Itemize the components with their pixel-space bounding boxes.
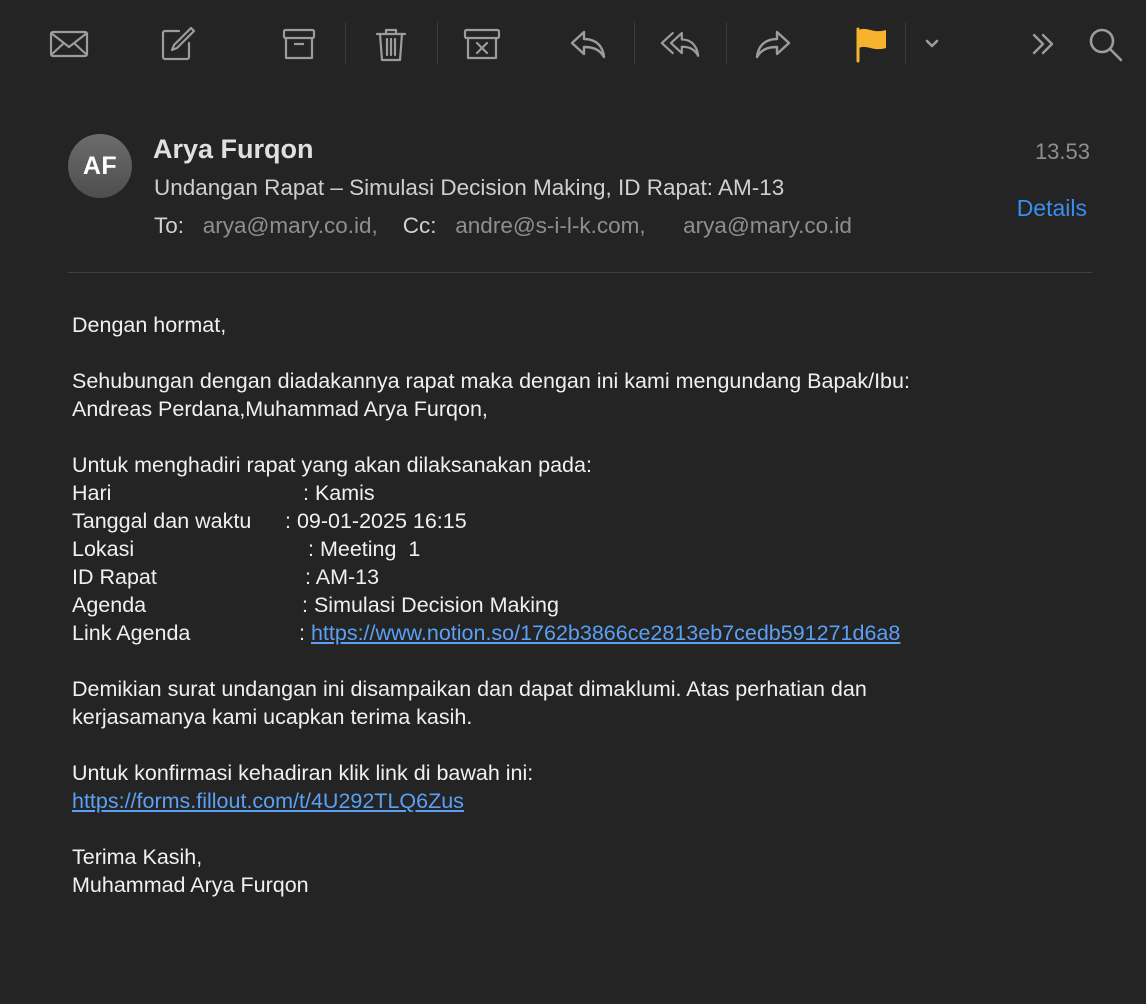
- detail-colon: :: [299, 621, 305, 645]
- chevron-down-icon[interactable]: [910, 22, 954, 66]
- mail-icon[interactable]: [47, 22, 91, 66]
- toolbar: [0, 0, 1146, 88]
- compose-icon[interactable]: [155, 22, 199, 66]
- message-body: Dengan hormat, Sehubungan dengan diadaka…: [72, 311, 1112, 899]
- signoff: Terima Kasih,: [72, 845, 203, 869]
- detail-key: Tanggal dan waktu: [72, 509, 252, 533]
- search-icon[interactable]: [1083, 22, 1127, 66]
- detail-value: : 09-01-2025 16:15: [285, 509, 467, 533]
- recipients: To: arya@mary.co.id, Cc: andre@s-i-l-k.c…: [154, 213, 852, 239]
- body-text: Demikian surat undangan ini disampaikan …: [72, 677, 867, 701]
- cc-address[interactable]: arya@mary.co.id: [683, 213, 852, 238]
- archive-icon[interactable]: [277, 22, 321, 66]
- body-text: Andreas Perdana,Muhammad Arya Furqon,: [72, 397, 488, 421]
- message-time: 13.53: [1034, 139, 1090, 164]
- detail-value: : Simulasi Decision Making: [302, 593, 559, 617]
- body-text: Sehubungan dengan diadakannya rapat maka…: [72, 369, 910, 393]
- detail-row: Hari : Kamis: [72, 479, 1112, 507]
- confirm-link-line: https://forms.fillout.com/t/4U292TLQ6Zus: [72, 787, 1112, 815]
- toolbar-separator: [905, 22, 906, 64]
- trash-icon[interactable]: [369, 22, 413, 66]
- detail-row: Link Agenda : https://www.notion.so/1762…: [72, 619, 1112, 647]
- agenda-link[interactable]: https://www.notion.so/1762b3866ce2813eb7…: [311, 621, 900, 645]
- detail-key: Link Agenda: [72, 621, 191, 645]
- cc-address[interactable]: andre@s-i-l-k.com,: [455, 213, 645, 238]
- details-button[interactable]: Details: [1017, 195, 1087, 222]
- flag-icon[interactable]: [849, 22, 893, 66]
- toolbar-separator: [634, 22, 635, 64]
- detail-key: ID Rapat: [72, 565, 157, 589]
- avatar: AF: [68, 134, 132, 198]
- detail-row: Tanggal dan waktu : 09-01-2025 16:15: [72, 507, 1112, 535]
- toolbar-separator: [437, 22, 438, 64]
- detail-row: ID Rapat : AM-13: [72, 563, 1112, 591]
- detail-value: : Kamis: [303, 481, 375, 505]
- signature: Muhammad Arya Furqon: [72, 873, 309, 897]
- body-text: Untuk menghadiri rapat yang akan dilaksa…: [72, 453, 592, 477]
- reply-icon[interactable]: [566, 22, 610, 66]
- detail-row: Lokasi : Meeting 1: [72, 535, 1112, 563]
- message-subject: Undangan Rapat – Simulasi Decision Makin…: [154, 175, 785, 200]
- reply-all-icon[interactable]: [658, 22, 702, 66]
- more-icon[interactable]: [1021, 22, 1065, 66]
- detail-value: : AM-13: [305, 565, 380, 589]
- detail-value: : https://www.notion.so/1762b3866ce2813e…: [299, 619, 900, 647]
- body-text: Untuk konfirmasi kehadiran klik link di …: [72, 761, 534, 785]
- cc-label: Cc:: [402, 213, 437, 238]
- to-label: To:: [154, 213, 185, 238]
- greeting: Dengan hormat,: [72, 313, 227, 337]
- to-address[interactable]: arya@mary.co.id,: [203, 213, 378, 238]
- toolbar-separator: [726, 22, 727, 64]
- body-text: kerjasamanya kami ucapkan terima kasih.: [72, 705, 473, 729]
- toolbar-separator: [345, 22, 346, 64]
- detail-key: Hari: [72, 481, 112, 505]
- detail-value: : Meeting 1: [308, 537, 421, 561]
- confirm-link[interactable]: https://forms.fillout.com/t/4U292TLQ6Zus: [72, 789, 464, 813]
- sender-name: Arya Furqon: [153, 134, 314, 164]
- forward-icon[interactable]: [751, 22, 795, 66]
- header-divider: [68, 272, 1092, 273]
- detail-row: Agenda : Simulasi Decision Making: [72, 591, 1112, 619]
- detail-key: Agenda: [72, 593, 147, 617]
- detail-key: Lokasi: [72, 537, 135, 561]
- junk-icon[interactable]: [460, 22, 504, 66]
